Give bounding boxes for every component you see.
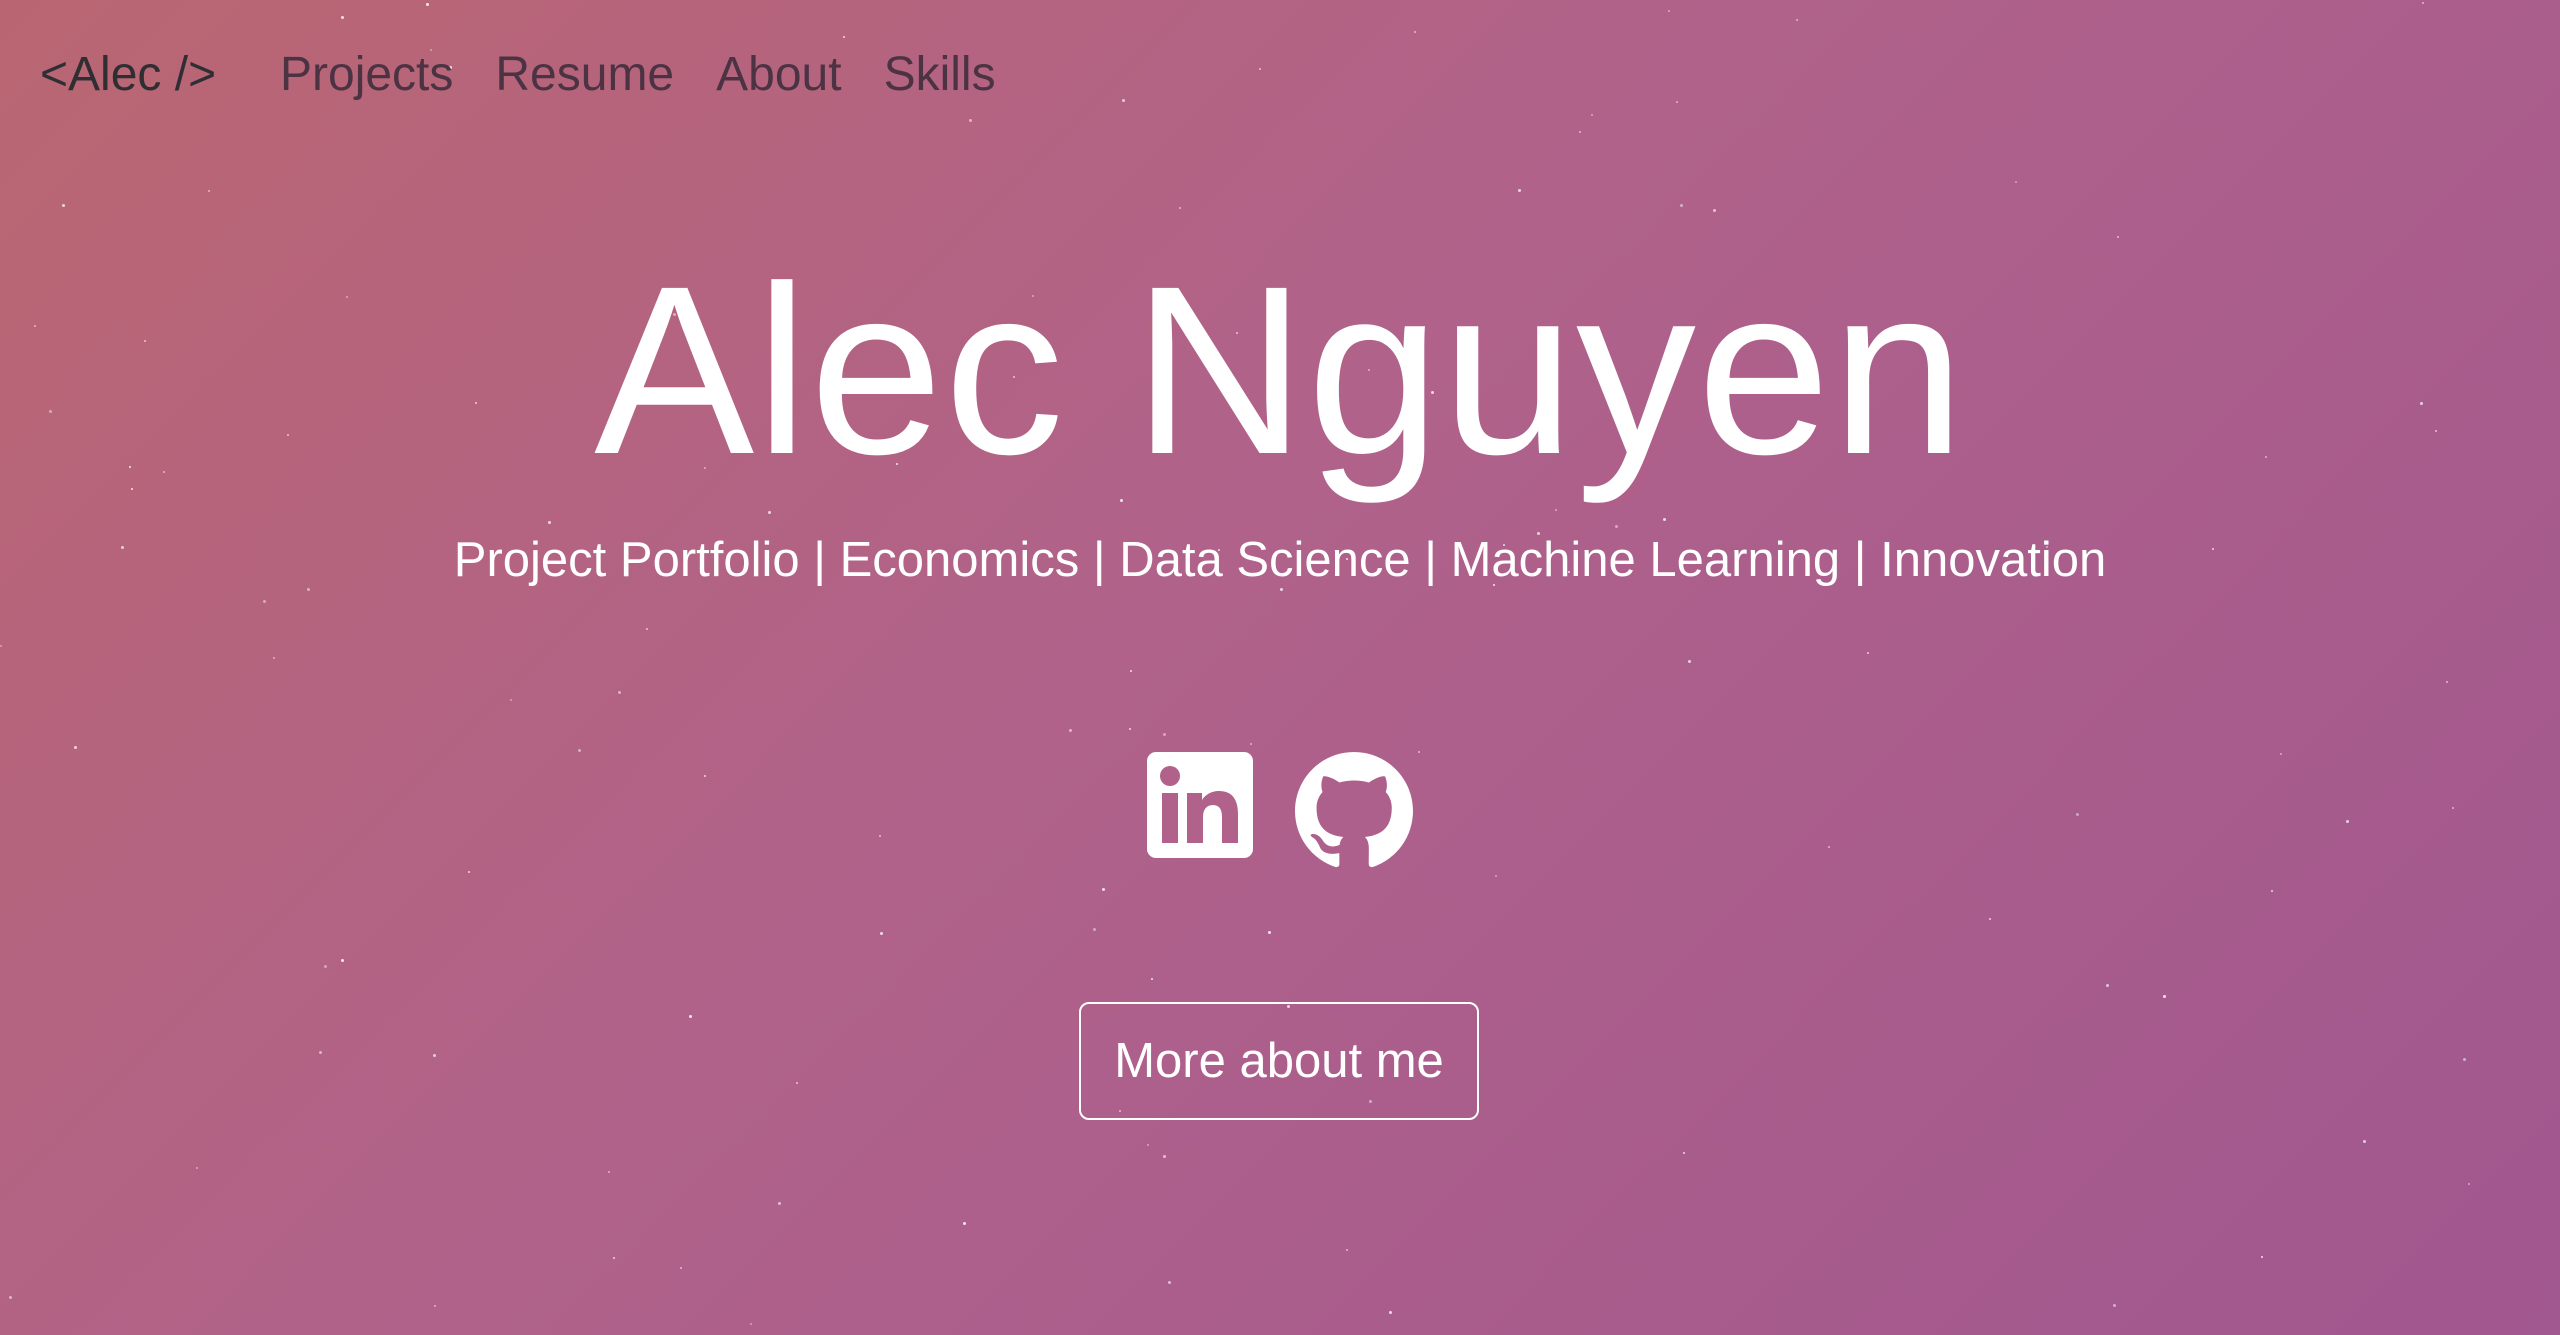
star-dot (2446, 681, 2448, 683)
linkedin-icon (1147, 752, 1253, 858)
star-dot (324, 965, 327, 968)
star-dot (2271, 890, 2273, 892)
linkedin-link[interactable] (1147, 752, 1253, 875)
star-dot (62, 204, 65, 207)
star-dot (1163, 733, 1166, 736)
star-dot (434, 1305, 436, 1307)
hero-subtitle: Project Portfolio | Economics | Data Sci… (453, 533, 2107, 587)
star-dot (1093, 928, 1096, 931)
star-dot (1346, 1249, 1348, 1251)
star-dot (1102, 888, 1105, 891)
star-dot (646, 628, 648, 630)
star-dot (768, 511, 771, 514)
star-dot (196, 1167, 198, 1169)
star-dot (1867, 652, 1869, 654)
star-dot (1615, 525, 1618, 528)
star-dot (1268, 931, 1271, 934)
star-dot (1683, 1152, 1685, 1154)
star-dot (608, 1171, 610, 1173)
star-dot (1250, 743, 1252, 745)
star-dot (2163, 995, 2166, 998)
star-dot (1389, 1311, 1392, 1314)
star-dot (680, 1267, 682, 1269)
star-dot (74, 746, 77, 749)
star-dot (1069, 729, 1072, 732)
star-dot (1713, 209, 1716, 212)
star-dot (263, 600, 266, 603)
star-dot (1989, 918, 1991, 920)
star-dot (2106, 984, 2109, 987)
star-dot (2468, 1183, 2470, 1185)
star-dot (613, 1257, 615, 1259)
star-dot (2113, 1304, 2116, 1307)
star-dot (2261, 1256, 2263, 1258)
star-dot (880, 932, 883, 935)
nav-link-resume[interactable]: Resume (495, 47, 674, 102)
star-dot (1168, 1281, 1171, 1284)
star-dot (1163, 1155, 1166, 1158)
hero-name: Alec Nguyen (594, 236, 1966, 504)
star-dot (548, 521, 551, 524)
nav-links: Projects Resume About Skills (280, 47, 996, 102)
star-dot (689, 1015, 692, 1018)
star-dot (1688, 660, 1691, 663)
star-dot (618, 691, 621, 694)
star-dot (1130, 670, 1132, 672)
star-dot (2363, 1140, 2366, 1143)
star-dot (1129, 728, 1131, 730)
star-dot (9, 1296, 12, 1299)
github-icon (1295, 752, 1413, 868)
star-dot (1680, 204, 1683, 207)
star-dot (1151, 978, 1153, 980)
star-dot (796, 1082, 798, 1084)
github-link[interactable] (1295, 752, 1413, 875)
star-dot (0, 645, 2, 647)
nav-link-skills[interactable]: Skills (884, 47, 996, 102)
star-dot (319, 1051, 322, 1054)
starfield-background (0, 0, 2560, 1335)
star-dot (2015, 181, 2017, 183)
star-dot (750, 1323, 752, 1325)
nav-link-projects[interactable]: Projects (280, 47, 453, 102)
star-dot (1179, 207, 1181, 209)
star-dot (1147, 1144, 1149, 1146)
star-dot (433, 1054, 436, 1057)
star-dot (510, 699, 512, 701)
star-dot (778, 1202, 781, 1205)
star-dot (1518, 189, 1521, 192)
more-about-me-button[interactable]: More about me (1079, 1002, 1479, 1120)
star-dot (273, 657, 275, 659)
navbar: <Alec /> Projects Resume About Skills (0, 0, 2560, 160)
star-dot (341, 959, 344, 962)
star-dot (2463, 1058, 2466, 1061)
star-dot (2117, 236, 2119, 238)
star-dot (1663, 518, 1666, 521)
star-dot (1495, 875, 1497, 877)
brand-logo[interactable]: <Alec /> (40, 47, 216, 102)
star-dot (1555, 509, 1557, 511)
social-links (0, 752, 2560, 875)
nav-link-about[interactable]: About (716, 47, 841, 102)
star-dot (208, 190, 210, 192)
star-dot (963, 1222, 966, 1225)
